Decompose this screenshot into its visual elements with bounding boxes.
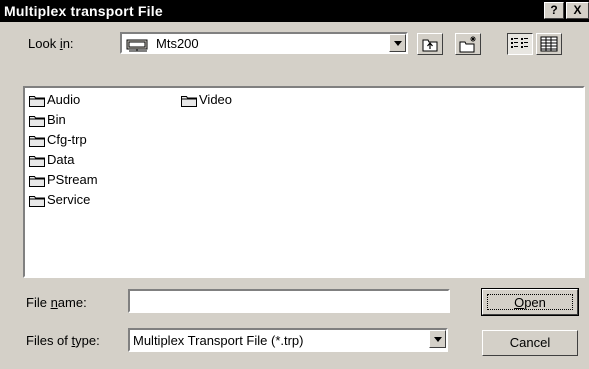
open-button-label: Open xyxy=(487,294,573,310)
folder-icon xyxy=(29,156,45,167)
file-name: Bin xyxy=(47,112,66,127)
look-in-dropdown-arrow[interactable] xyxy=(389,34,406,52)
file-name: Audio xyxy=(47,92,81,107)
file-type-value: Multiplex Transport File (*.trp) xyxy=(133,333,304,348)
close-button[interactable]: X xyxy=(566,2,589,19)
title-bar[interactable]: Multiplex transport File ? X xyxy=(0,0,589,22)
folder-icon xyxy=(29,196,45,207)
file-list[interactable]: Audio Bin Cfg-trp Data PStream Service V… xyxy=(23,86,585,278)
details-view-button[interactable] xyxy=(536,33,562,55)
folder-icon xyxy=(29,96,45,107)
cancel-button[interactable]: Cancel xyxy=(482,330,578,356)
file-name-input[interactable] xyxy=(128,289,450,313)
list-view-icon xyxy=(511,38,528,48)
file-name: Data xyxy=(47,152,75,167)
look-in-dropdown[interactable]: Mts200 xyxy=(120,32,408,54)
folder-icon xyxy=(29,176,45,187)
help-button[interactable]: ? xyxy=(544,2,564,19)
file-type-label: Files of type: xyxy=(26,333,100,348)
folder-icon xyxy=(29,136,45,147)
file-name: Cfg-trp xyxy=(47,132,87,147)
window-title: Multiplex transport File xyxy=(4,3,163,19)
new-folder-icon xyxy=(459,36,476,53)
open-file-dialog: Multiplex transport File ? X Look in: Mt… xyxy=(0,0,589,369)
look-in-label: Look in: xyxy=(28,36,74,51)
look-in-value: Mts200 xyxy=(156,36,199,51)
up-one-level-button[interactable] xyxy=(417,33,443,55)
file-type-dropdown-arrow[interactable] xyxy=(429,330,446,348)
list-view-button[interactable] xyxy=(507,33,533,55)
file-name: Video xyxy=(199,92,233,107)
open-button[interactable]: Open xyxy=(481,288,579,316)
create-new-folder-button[interactable] xyxy=(455,33,481,55)
folder-icon xyxy=(29,116,45,127)
file-name-label: File name: xyxy=(26,295,87,310)
file-name: Service xyxy=(47,192,91,207)
file-name: PStream xyxy=(47,172,98,187)
details-view-icon xyxy=(540,36,558,52)
file-type-dropdown[interactable]: Multiplex Transport File (*.trp) xyxy=(128,328,448,352)
network-drive-icon xyxy=(126,39,148,52)
up-folder-icon xyxy=(422,39,438,52)
folder-icon xyxy=(181,96,197,107)
